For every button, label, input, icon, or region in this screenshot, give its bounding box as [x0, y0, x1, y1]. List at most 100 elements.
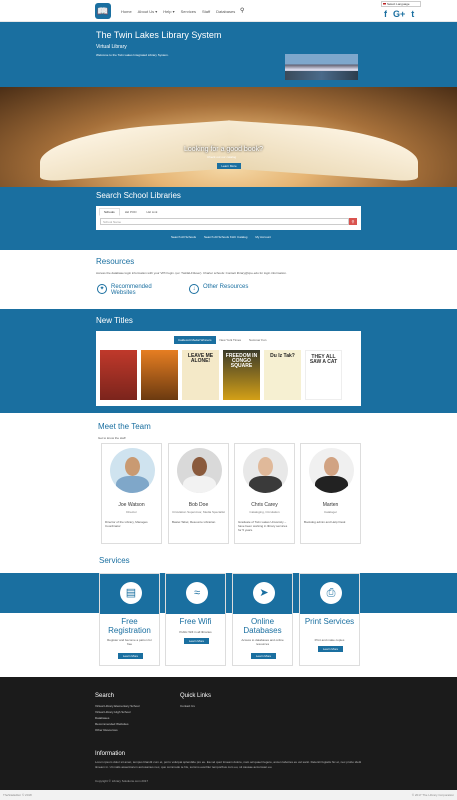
avatar: [309, 448, 354, 493]
other-resources-link[interactable]: ↓ Other Resources: [189, 284, 259, 294]
nav-staff[interactable]: Staff: [202, 9, 210, 14]
footer-quick-links-title: Quick Links: [180, 693, 212, 699]
service-learn-more-button[interactable]: Learn More: [118, 653, 143, 659]
site-header: The Twin Lakes Library System Virtual Li…: [0, 22, 457, 87]
member-name: Marten: [322, 502, 339, 508]
search-icon[interactable]: ⚲: [240, 7, 244, 14]
service-desc: Register and become a patron for free: [107, 638, 152, 646]
tab-new-york-times[interactable]: New York Times: [216, 336, 246, 344]
nav-home[interactable]: Home: [121, 9, 132, 14]
footer-link[interactable]: Other Resources: [95, 727, 139, 733]
team-member-card[interactable]: Bob Doe Circulation Supervisor, Media Sp…: [168, 443, 229, 544]
tab-lei-link[interactable]: LEI Link: [142, 208, 163, 216]
book-cover[interactable]: LEAVE ME ALONE!: [182, 350, 219, 400]
book-cover[interactable]: FREEDOM IN CONGO SQUARE: [223, 350, 260, 400]
service-desc: Public Wifi in all libraries: [179, 630, 212, 634]
library-logo-icon[interactable]: 📖: [95, 3, 111, 19]
search-khc-catalog-link[interactable]: Search All Schools KHC Catalog: [204, 235, 247, 239]
service-card: ⎙ Print Services Print and make copies L…: [299, 573, 360, 666]
language-select-label: Select Language: [387, 2, 410, 6]
site-title: The Twin Lakes Library System: [96, 30, 222, 40]
search-icon: ⚲: [351, 219, 355, 224]
new-titles-title: New Titles: [96, 316, 133, 325]
nav-help[interactable]: Help ▾: [163, 9, 174, 14]
my-account-link[interactable]: My Account: [255, 235, 271, 239]
id-card-icon: ▤: [120, 582, 142, 604]
service-desc: Access to databases and online resources: [241, 638, 284, 646]
team-member-card[interactable]: Chris Carey Cataloging, Circulation Grad…: [234, 443, 295, 544]
service-desc: Print and make copies: [314, 638, 345, 642]
search-links: Search All Schools Search All Schools KH…: [171, 235, 271, 239]
resources-text: Access the database login information wi…: [96, 271, 287, 275]
services-band: [0, 573, 457, 613]
search-panel: Schools LEI POD LEI Link School Name ⚲: [96, 206, 361, 230]
service-name: Free Wifi: [179, 617, 212, 626]
avatar: [110, 448, 155, 493]
resources-title: Resources: [96, 257, 135, 266]
bottom-left-text[interactable]: TheSiteEditor © 2018: [3, 793, 32, 797]
language-select[interactable]: Select Language: [381, 1, 421, 7]
footer-copyright: Copyright © Library Solutions.com 2017: [95, 779, 149, 783]
hero-title: Looking for a good book?: [184, 146, 264, 153]
wifi-icon: ≈: [186, 582, 208, 604]
team-member-card[interactable]: Marten Cataloger Bookdog admin and Help …: [300, 443, 361, 544]
footer-search-links: Virtual Library Elementary School Virtua…: [95, 703, 139, 733]
tab-schools[interactable]: Schools: [99, 208, 120, 216]
site-subtitle: Virtual Library: [96, 44, 127, 50]
bottom-right-text: © 2017 The Library Corporation: [411, 793, 454, 797]
tab-caldecott[interactable]: Caldecott Medal Winners: [174, 336, 216, 344]
hero-learn-more-button[interactable]: Learn More: [217, 163, 241, 169]
member-role: Cataloging, Circulation: [249, 510, 280, 514]
search-submit-button[interactable]: ⚲: [349, 218, 357, 225]
download-icon: ↓: [189, 284, 199, 294]
service-learn-more-button[interactable]: Learn More: [251, 653, 276, 659]
service-card: ▤ Free Registration Register and become …: [99, 573, 160, 666]
search-tabs: Schools LEI POD LEI Link: [99, 208, 162, 216]
member-name: Chris Carey: [251, 502, 278, 508]
twitter-icon[interactable]: t: [411, 9, 414, 19]
bottom-bar: TheSiteEditor © 2018 © 2017 The Library …: [0, 790, 457, 800]
search-all-schools-link[interactable]: Search All Schools: [171, 235, 196, 239]
book-cover[interactable]: [141, 350, 178, 400]
facebook-icon[interactable]: f: [384, 9, 387, 19]
tab-summer-fun[interactable]: Summer Fun: [245, 336, 270, 344]
member-desc: Director of the Library, Manages Coordin…: [105, 520, 148, 528]
footer-link[interactable]: Contact Us: [180, 703, 195, 709]
book-cover[interactable]: Du Iz Tak?: [264, 350, 301, 400]
nav-databases[interactable]: Databases: [216, 9, 235, 14]
google-plus-icon[interactable]: G+: [393, 9, 405, 19]
rocket-icon: ➤: [253, 582, 275, 604]
book-covers: LEAVE ME ALONE! FREEDOM IN CONGO SQUARE …: [100, 350, 342, 400]
service-card: ≈ Free Wifi Public Wifi in all libraries…: [165, 573, 226, 666]
search-section: Search School Libraries Schools LEI POD …: [0, 187, 457, 250]
mountain-image: [285, 54, 358, 80]
avatar: [177, 448, 222, 493]
footer-search-title: Search: [95, 693, 115, 699]
nav-services[interactable]: Services: [181, 9, 196, 14]
nav-about-us[interactable]: About Us ▾: [138, 9, 158, 14]
tab-lei-pod[interactable]: LEI POD: [120, 208, 142, 216]
printer-icon: ⎙: [320, 582, 342, 604]
member-role: Director: [126, 510, 137, 514]
other-resources-label: Other Resources: [203, 284, 249, 290]
team-member-card[interactable]: Joe Watson Director Director of the Libr…: [101, 443, 162, 544]
team-subtitle: Get to know the staff: [98, 436, 126, 440]
flag-icon: [383, 3, 386, 6]
member-desc: Bookdog admin and Help Desk: [304, 520, 346, 524]
service-learn-more-button[interactable]: Learn More: [318, 646, 343, 652]
new-titles-tabs: Caldecott Medal Winners New York Times S…: [174, 336, 270, 344]
hero-banner: [0, 87, 457, 187]
service-learn-more-button[interactable]: Learn More: [184, 638, 209, 644]
book-cover[interactable]: THEY ALL SAW A CAT: [305, 350, 342, 400]
school-search-input[interactable]: School Name: [100, 218, 349, 225]
book-cover[interactable]: [100, 350, 137, 400]
services-title: Services: [99, 556, 130, 565]
service-name: Online Databases: [243, 617, 282, 635]
new-titles-section: New Titles Caldecott Medal Winners New Y…: [0, 309, 457, 413]
new-titles-panel: Caldecott Medal Winners New York Times S…: [96, 331, 361, 406]
main-menu: Home About Us ▾ Help ▾ Services Staff Da…: [121, 9, 235, 14]
recommended-websites-link[interactable]: ✦ Recommended Websites: [97, 284, 167, 296]
site-footer: Search Virtual Library Elementary School…: [0, 677, 457, 790]
service-name: Print Services: [304, 617, 355, 626]
service-name: Free Registration: [108, 617, 151, 635]
